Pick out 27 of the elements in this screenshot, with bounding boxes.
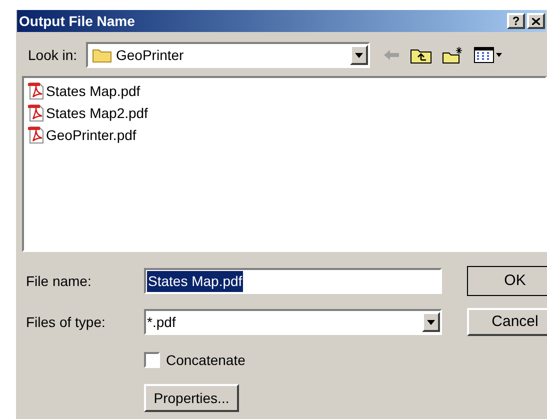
file-name-label: File name:	[26, 272, 92, 290]
help-button[interactable]: ?	[507, 13, 525, 29]
close-icon	[532, 18, 540, 24]
pdf-file-icon	[28, 126, 44, 144]
properties-button[interactable]: Properties...	[144, 384, 239, 412]
file-name-field[interactable]: States Map.pdf	[144, 268, 442, 294]
dropdown-arrow-icon	[427, 320, 435, 324]
checkbox[interactable]	[144, 352, 160, 368]
close-button[interactable]	[527, 13, 545, 29]
dropdown-arrow-icon	[355, 52, 363, 58]
pdf-file-icon	[28, 82, 44, 100]
dropdown-arrow-icon[interactable]	[496, 53, 502, 57]
view-menu-icon[interactable]	[474, 47, 494, 63]
look-in-label: Look in:	[28, 46, 78, 64]
file-name[interactable]: States Map2.pdf	[46, 102, 148, 124]
window-title: Output File Name	[19, 12, 135, 31]
pdf-file-icon	[28, 104, 44, 122]
new-folder-icon[interactable]	[442, 46, 464, 64]
file-name[interactable]: GeoPrinter.pdf	[46, 124, 136, 146]
files-of-type-dropdown[interactable]: *.pdf	[144, 309, 442, 335]
cancel-button[interactable]: Cancel	[467, 308, 547, 336]
files-of-type-label: Files of type:	[26, 312, 106, 332]
file-name[interactable]: States Map.pdf	[46, 80, 140, 102]
folder-icon	[92, 47, 112, 63]
concatenate-label[interactable]: Concatenate	[166, 350, 246, 370]
ok-button[interactable]: OK	[467, 266, 547, 296]
look-in-dropdown[interactable]: GeoPrinter	[86, 42, 370, 68]
